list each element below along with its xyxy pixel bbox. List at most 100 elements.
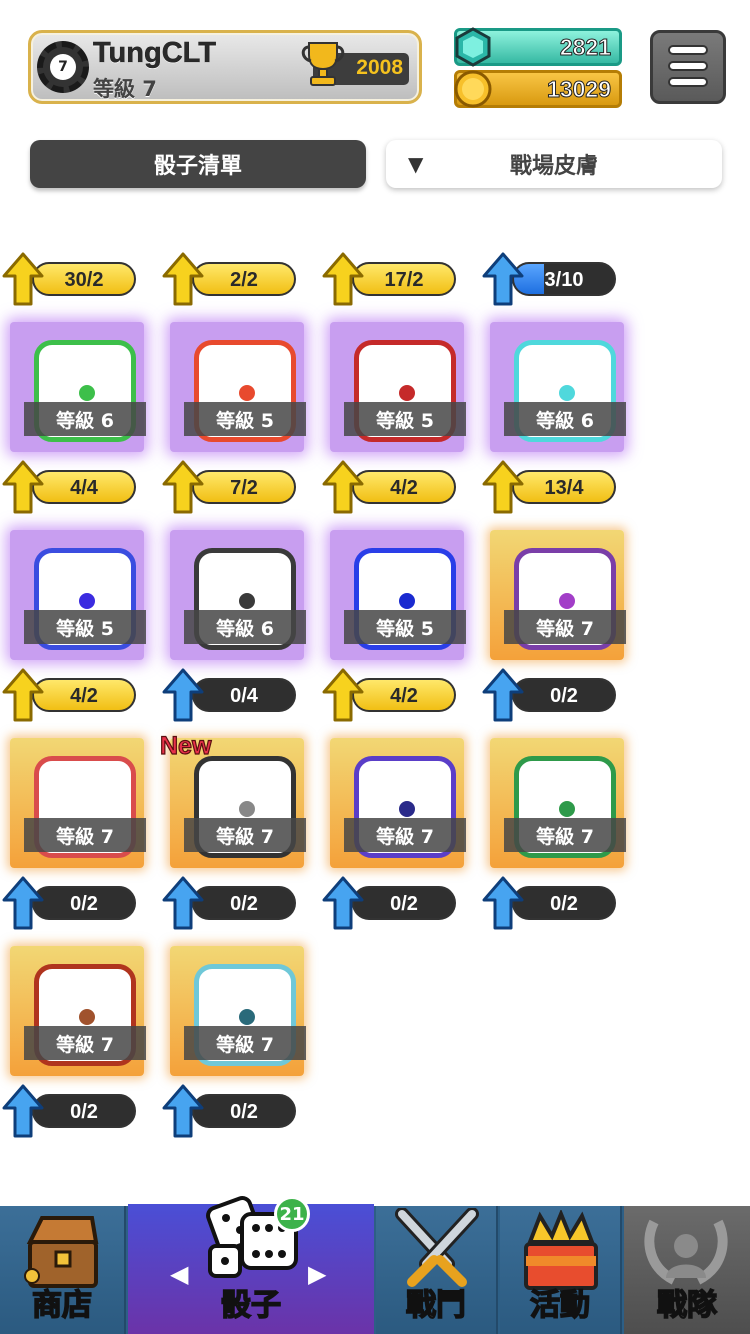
nav-shop[interactable]: 商店 (0, 1206, 126, 1334)
player-name: TungCLT (93, 37, 216, 70)
coin-icon (454, 70, 492, 108)
dice-card[interactable]: 等級 7 0/2 (482, 530, 626, 738)
dice-pip (239, 801, 255, 817)
rank-number: 7 (50, 54, 76, 80)
upgrade-arrow-icon (482, 876, 524, 930)
dice-level: 等級 7 (24, 1026, 146, 1060)
dice-level: 等級 6 (24, 402, 146, 436)
dice-pip (399, 385, 415, 401)
dice-pip (559, 385, 575, 401)
nav-dice-label: 骰子 (220, 1287, 282, 1324)
dice-card[interactable]: 等級 7 0/2 (2, 946, 146, 1154)
upgrade-arrow-icon (162, 460, 204, 514)
dice-pip (239, 385, 255, 401)
dice-card[interactable]: 30/2 (2, 220, 136, 322)
player-level: 等級 7 (93, 77, 157, 101)
dice-card[interactable]: 等級 5 4/2 (2, 530, 146, 738)
nav-dice-prev-arrow-icon[interactable]: ◀ (170, 1260, 188, 1288)
progress-text: 30/2 (64, 269, 104, 291)
progress-text: 4/2 (70, 685, 98, 707)
progress-text: 13/4 (544, 477, 584, 499)
menu-icon (668, 77, 708, 87)
progress-text: 0/2 (230, 893, 258, 915)
progress-text: 3/10 (544, 269, 584, 291)
dice-card[interactable]: 2/2 (162, 220, 296, 322)
progress-text: 0/2 (70, 893, 98, 915)
upgrade-arrow-icon (2, 460, 44, 514)
dice-card[interactable]: 等級 7 0/2 (482, 738, 626, 946)
upgrade-arrow-icon (2, 668, 44, 722)
nav-event[interactable]: 活動 (500, 1206, 622, 1334)
tab-battlefield-skin[interactable]: ▼ 戰場皮膚 (386, 140, 722, 188)
nav-event-label: 活動 (529, 1287, 591, 1324)
nav-dice-next-arrow-icon[interactable]: ▶ (308, 1260, 326, 1288)
dice-card[interactable]: 等級 5 7/2 (162, 322, 306, 530)
upgrade-arrow-icon (482, 252, 524, 306)
upgrade-progress-bar: 0/2 (192, 886, 296, 920)
nav-battle[interactable]: 戰鬥 (376, 1206, 498, 1334)
progress-text: 0/2 (550, 893, 578, 915)
dice-pip (559, 801, 575, 817)
progress-text: 2/2 (230, 269, 258, 291)
bottom-nav: 商店 骰子 戰鬥 活動 戰隊 (0, 1196, 750, 1334)
dice-level: 等級 7 (184, 1026, 306, 1060)
dice-card[interactable]: 等級 7 0/2 (2, 738, 146, 946)
upgrade-arrow-icon (2, 1084, 44, 1138)
upgrade-progress-bar: 30/2 (32, 262, 136, 296)
dice-frame: 等級 7 (330, 738, 466, 868)
dice-frame: 等級 5 (10, 530, 146, 660)
dice-frame: 等級 5 (330, 530, 466, 660)
coin-balance[interactable]: 13029 (454, 70, 622, 108)
upgrade-progress-bar: 0/2 (512, 886, 616, 920)
upgrade-progress-bar: 4/4 (32, 470, 136, 504)
trophy-count: 2008 (356, 56, 403, 79)
progress-text: 0/4 (230, 685, 258, 707)
upgrade-progress-bar: 3/10 (512, 262, 616, 296)
dice-card[interactable]: 等級 6 0/4 (162, 530, 306, 738)
dice-card[interactable]: 等級 7 0/2 (162, 946, 306, 1154)
trophy-counter: 2008 (301, 42, 409, 86)
upgrade-arrow-icon (2, 252, 44, 306)
dice-level: 等級 7 (344, 818, 466, 852)
player-profile-card[interactable]: 7 TungCLT 等級 7 2008 (28, 30, 422, 104)
upgrade-progress-bar: 4/2 (32, 678, 136, 712)
dice-frame: 等級 5 (170, 322, 306, 452)
dice-card[interactable]: 等級 6 4/4 (2, 322, 146, 530)
nav-clan[interactable]: 戰隊 (624, 1206, 750, 1334)
upgrade-arrow-icon (2, 876, 44, 930)
nav-shop-label: 商店 (31, 1287, 93, 1324)
progress-text: 7/2 (230, 477, 258, 499)
upgrade-progress-bar: 0/4 (192, 678, 296, 712)
upgrade-arrow-icon (322, 460, 364, 514)
upgrade-progress-bar: 4/2 (352, 678, 456, 712)
dice-card[interactable]: 等級 5 4/2 (322, 530, 466, 738)
dice-level: 等級 5 (344, 402, 466, 436)
dice-frame: 等級 7 (490, 738, 626, 868)
progress-text: 17/2 (384, 269, 424, 291)
upgrade-arrow-icon (482, 668, 524, 722)
dice-level: 等級 5 (24, 610, 146, 644)
dice-card[interactable]: 17/2 (322, 220, 456, 322)
dice-pip (399, 593, 415, 609)
upgrade-progress-bar: 0/2 (32, 886, 136, 920)
upgrade-arrow-icon (322, 668, 364, 722)
dice-card[interactable]: 等級 7 0/2 (322, 738, 466, 946)
gem-balance[interactable]: 2821 (454, 27, 622, 67)
upgrade-progress-bar: 7/2 (192, 470, 296, 504)
dice-level: 等級 7 (24, 818, 146, 852)
upgrade-progress-bar: 0/2 (512, 678, 616, 712)
nav-dice[interactable]: 骰子 (128, 1196, 374, 1334)
dice-pip (559, 593, 575, 609)
menu-button[interactable] (650, 30, 726, 104)
dice-card[interactable]: 等級 7 New 0/2 (159, 731, 306, 946)
upgrade-progress-bar: 0/2 (32, 1094, 136, 1128)
dice-card[interactable]: 等級 6 13/4 (482, 322, 626, 530)
upgrade-arrow-icon (162, 668, 204, 722)
dice-level: 等級 7 (184, 818, 306, 852)
tab-dice-list[interactable]: 骰子清單 (30, 140, 366, 188)
upgrade-progress-bar: 17/2 (352, 262, 456, 296)
dice-grid: 30/2 2/2 17/2 3/10 等級 6 4/4 等級 5 7/2 等級 5 4/2 等級 6… (0, 220, 750, 1205)
dice-card[interactable]: 3/10 (482, 220, 616, 322)
dice-card[interactable]: 等級 5 4/2 (322, 322, 466, 530)
gem-count: 2821 (559, 34, 611, 61)
